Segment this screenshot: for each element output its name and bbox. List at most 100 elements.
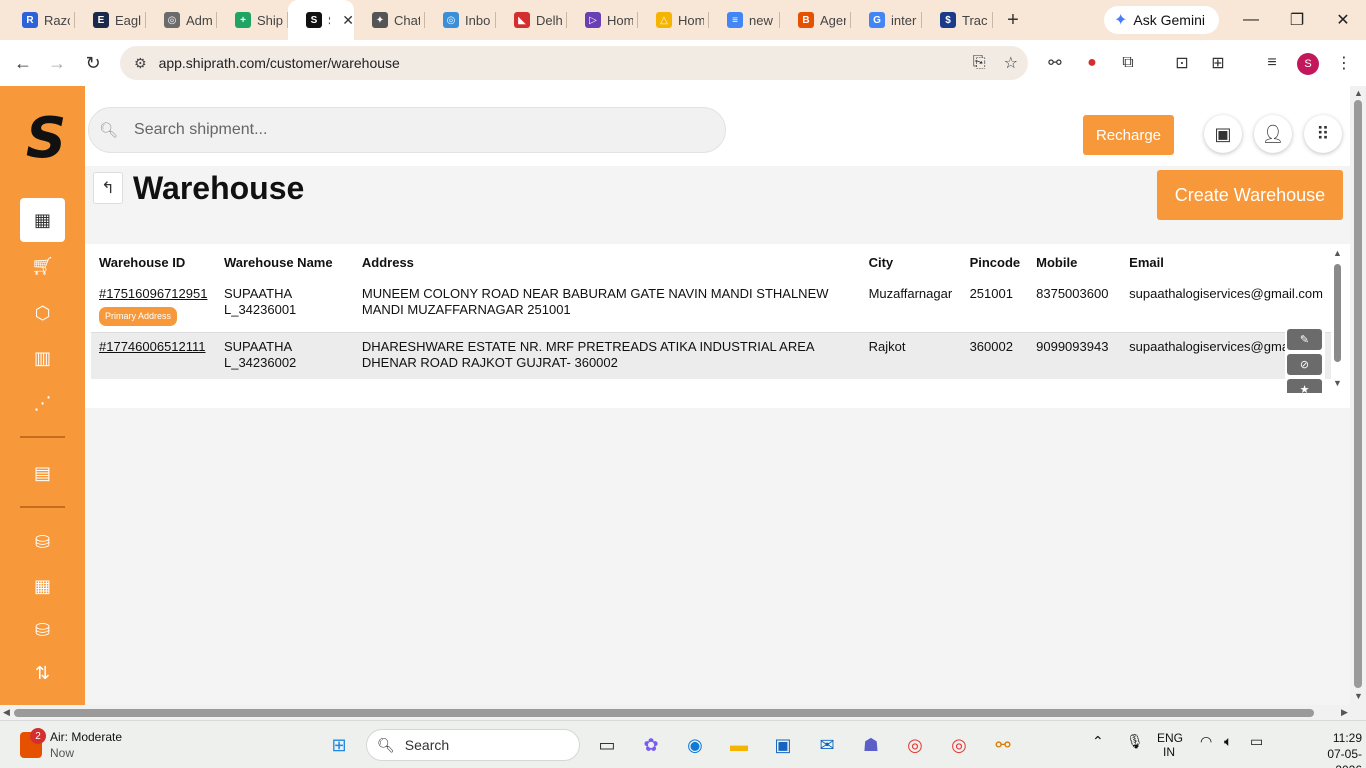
language-bottom: IN [1163,745,1175,759]
recharge-button[interactable]: Recharge [1083,115,1174,155]
windows-start-icon[interactable]: ⊞ [324,730,354,760]
table-scrollbar[interactable]: ▲ ▼ [1331,244,1343,408]
edit-pencil-icon[interactable]: ✎ [1287,329,1322,350]
extension-app-icon[interactable]: ⚯ [988,730,1018,760]
browser-tab[interactable]: Ginter [851,0,922,40]
language-indicator[interactable]: ENG IN [1157,731,1184,759]
user-icon[interactable]: 👤︎ [1254,115,1292,153]
minimize-icon[interactable]: — [1228,0,1274,40]
scroll-right-icon[interactable]: ▶ [1341,707,1348,718]
warehouse-table: Warehouse ID Warehouse Name Address City… [91,244,1331,379]
page-scroll-thumb[interactable] [1354,100,1362,688]
extension-alert-icon[interactable]: ● [1082,53,1102,73]
reload-icon[interactable]: ↻ [78,48,108,78]
scroll-up-icon[interactable]: ▲ [1354,88,1363,98]
battery-icon[interactable]: ▭ [1250,733,1263,750]
profile-avatar[interactable]: S [1297,53,1319,75]
media-controls-icon[interactable]: ≡ [1262,53,1282,73]
set-primary-star-icon[interactable]: ★ [1287,379,1322,393]
store-icon[interactable]: ▣ [768,730,798,760]
cell-mobile: 9099093943 [1028,332,1122,379]
cell-email: supaathalogiservices@gmail.com [1129,286,1323,301]
page-hscroll-thumb[interactable] [14,709,1314,717]
wallet-icon[interactable]: ▣ [1204,115,1242,153]
create-warehouse-button[interactable]: Create Warehouse [1157,170,1343,220]
browser-tab[interactable]: R Razo [4,0,75,40]
outlook-icon[interactable]: ✉ [812,730,842,760]
screenshot-icon[interactable]: ⊡ [1172,53,1192,73]
back-arrow-icon[interactable]: ← [8,48,38,78]
cell-id: #17746006512111 [91,332,216,379]
browser-tab[interactable]: B Ager [780,0,851,40]
browser-tab[interactable]: E Eagl [75,0,146,40]
browser-tab[interactable]: ◣ Delh [496,0,567,40]
close-tab-icon[interactable]: ✕ [342,12,354,29]
warehouse-id-link[interactable]: #17516096712951 [99,286,208,302]
sidebar-storage-icon[interactable]: ⛁ [20,608,65,652]
wifi-icon[interactable]: ◠ [1200,733,1212,750]
task-view-icon[interactable]: ▭ [592,730,622,760]
browser-tab[interactable]: ▷ Hom [567,0,638,40]
sidebar-calculator-icon[interactable]: ▦ [20,564,65,608]
taskbar-search[interactable]: 🔍︎ Search [366,729,580,761]
scroll-left-icon[interactable]: ◀ [3,707,10,718]
back-button[interactable]: ↰ [93,172,123,204]
install-app-icon[interactable]: ⎘ [973,54,986,72]
sidebar-cart-icon[interactable]: 🛒︎ [20,244,65,288]
ask-gemini-button[interactable]: ✦ Ask Gemini [1104,6,1219,34]
copilot-icon[interactable]: ✿ [636,730,666,760]
browser-tab[interactable]: SS ✕ [288,0,354,40]
sidebar-package-icon[interactable]: ⬡ [20,291,65,335]
taskbar-clock[interactable]: 11:29 07-05-2026 [1312,730,1362,768]
address-bar[interactable]: ⚙ app.shiprath.com/customer/warehouse ⎘ … [120,46,1028,80]
volume-icon[interactable]: 🔈︎ [1224,733,1232,750]
tray-chevron-icon[interactable]: ⌃ [1092,733,1104,750]
bookmark-star-icon[interactable]: ☆ [1004,53,1018,73]
browser-tab[interactable]: ≡ new [709,0,780,40]
table-scroll-thumb[interactable] [1334,264,1341,362]
weather-widget[interactable]: 2 Air: Moderate Now [20,728,122,761]
microphone-icon[interactable]: 🎙︎ [1126,733,1144,750]
sidebar-returns-icon[interactable]: ⇅ [20,651,65,695]
browser-tab[interactable]: ◎ Adm [146,0,217,40]
close-window-icon[interactable]: ✕ [1320,0,1366,40]
new-tab-button[interactable]: + [993,0,1033,40]
extensions-puzzle-icon[interactable]: ⧉ [1118,53,1138,73]
shiprath-logo[interactable]: S [20,106,72,171]
apps-grid-icon[interactable]: ⠿ [1304,115,1342,153]
browser-tab[interactable]: △ Hom [638,0,709,40]
scroll-down-icon[interactable]: ▼ [1354,691,1363,701]
sidebar-database-icon[interactable]: ⛁ [20,520,65,564]
tab-favicon-icon: ▷ [585,12,601,28]
browser-tab[interactable]: ◎ Inbo [425,0,496,40]
sidebar-dashboard-icon[interactable]: ▦ [20,198,65,242]
chrome-profile-icon[interactable]: ◎ [944,730,974,760]
extension-glasses-icon[interactable]: ⚯ [1045,53,1065,73]
page-vertical-scrollbar[interactable]: ▲ ▼ [1350,86,1366,705]
forward-arrow-icon[interactable]: → [42,48,72,78]
warehouse-id-link[interactable]: #17746006512111 [99,339,208,355]
restore-icon[interactable]: ❐ [1274,0,1320,40]
edge-browser-icon[interactable]: ◉ [680,730,710,760]
tab-search-icon[interactable]: ⊞ [1208,53,1228,73]
teams-icon[interactable]: ☗ [856,730,886,760]
file-explorer-icon[interactable]: ▬ [724,730,754,760]
sidebar-building-icon[interactable]: ▥ [20,336,65,380]
tab-title: Tracl [962,12,988,28]
sidebar-divider [20,506,65,508]
browser-tab[interactable]: $ Tracl [922,0,993,40]
browser-menu-icon[interactable]: ⋮ [1334,53,1354,73]
sidebar-invoice-icon[interactable]: ▤ [20,451,65,495]
scroll-up-icon[interactable]: ▲ [1333,248,1342,258]
search-input[interactable] [134,121,675,139]
browser-tab[interactable]: ✦ Chat [354,0,425,40]
chrome-icon[interactable]: ◎ [900,730,930,760]
language-top: ENG [1157,731,1184,745]
site-info-icon[interactable]: ⚙ [134,55,147,72]
cell-city: Rajkot [860,332,962,379]
scroll-down-icon[interactable]: ▼ [1333,378,1342,388]
page-horizontal-scrollbar[interactable]: ◀ ▶ [0,705,1366,720]
sidebar-chart-icon[interactable]: ⋰ [20,381,65,425]
browser-tab[interactable]: + Ship [217,0,288,40]
disable-icon[interactable]: ⊘ [1287,354,1322,375]
